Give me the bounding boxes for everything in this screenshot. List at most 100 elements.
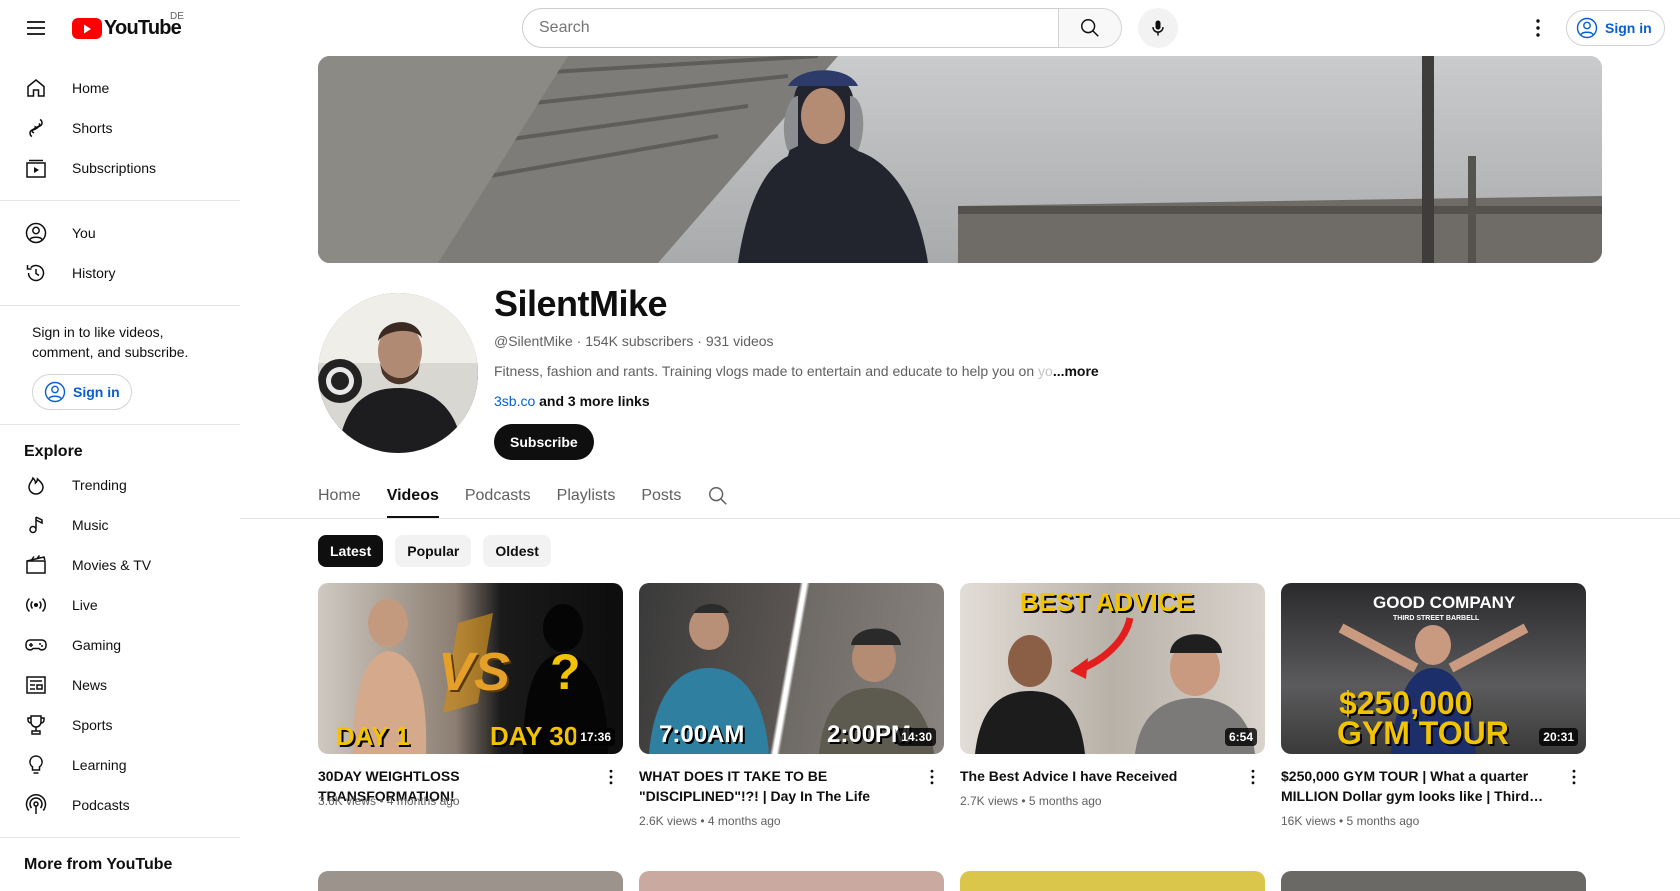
description-text: Fitness, fashion and rants. Training vlo… <box>494 363 1039 379</box>
tab-podcasts[interactable]: Podcasts <box>465 474 531 518</box>
chip-popular[interactable]: Popular <box>395 535 472 567</box>
sidebar-item-label: Home <box>72 80 110 96</box>
thumbnail-text-top: GOOD COMPANY <box>1373 593 1516 612</box>
sidebar-item-music[interactable]: Music <box>12 505 228 545</box>
video-menu-button[interactable] <box>1241 763 1265 791</box>
video-card: GOOD COMPANY THIRD STREET BARBELL $250,0… <box>1281 583 1586 828</box>
video-thumbnail[interactable]: 7:00AM 2:00PM 14:30 <box>639 583 944 754</box>
search-button[interactable] <box>1058 8 1122 48</box>
thumbnail-text-left: DAY 1 <box>336 721 410 751</box>
sidebar-item-history[interactable]: History <box>12 253 228 293</box>
video-thumbnail-partial[interactable] <box>1281 871 1586 891</box>
sidebar-item-news[interactable]: News <box>12 665 228 705</box>
sidebar-item-label: Music <box>72 517 109 533</box>
subscriptions-icon <box>24 156 48 180</box>
more-from-youtube-heading: More from YouTube <box>24 856 173 873</box>
channel-search-button[interactable] <box>707 474 731 518</box>
top-bar: YouTube DE Sign in <box>0 0 1680 56</box>
sidebar-item-home[interactable]: Home <box>12 68 228 108</box>
video-title[interactable]: WHAT DOES IT TAKE TO BE "DISCIPLINED"!?!… <box>639 766 909 806</box>
sports-icon <box>24 713 48 737</box>
sidebar-item-trending[interactable]: Trending <box>12 465 228 505</box>
thumbnail-question-mark: ? <box>550 644 581 700</box>
account-icon <box>44 381 66 403</box>
sidebar-item-learning[interactable]: Learning <box>12 745 228 785</box>
video-thumbnail[interactable]: BEST ADVICE 6:54 <box>960 583 1265 754</box>
video-menu-button[interactable] <box>599 763 623 791</box>
thumbnail-text-top: BEST ADVICE <box>1020 587 1194 617</box>
search-input[interactable] <box>522 8 1059 48</box>
sidebar-divider <box>0 424 240 425</box>
sidebar-sign-in-button[interactable]: Sign in <box>32 374 132 410</box>
video-title[interactable]: $250,000 GYM TOUR | What a quarter MILLI… <box>1281 766 1551 806</box>
sidebar-item-label: History <box>72 265 116 281</box>
video-meta: 2.7K views • 5 months ago <box>960 794 1102 808</box>
sidebar-item-shorts[interactable]: Shorts <box>12 108 228 148</box>
chip-latest[interactable]: Latest <box>318 535 384 567</box>
video-card: 7:00AM 2:00PM 14:30 WHAT DOES IT TAKE TO… <box>639 583 944 828</box>
sidebar-item-label: News <box>72 677 108 693</box>
podcasts-icon <box>24 793 48 817</box>
news-icon <box>24 673 48 697</box>
video-thumbnail-partial[interactable] <box>318 871 623 891</box>
sidebar-item-gaming[interactable]: Gaming <box>12 625 228 665</box>
video-title[interactable]: The Best Advice I have Received <box>960 766 1230 786</box>
video-menu-button[interactable] <box>920 763 944 791</box>
sidebar-item-label: Podcasts <box>72 797 130 813</box>
more-vert-icon <box>1536 19 1540 37</box>
microphone-icon <box>1152 20 1164 36</box>
sidebar-divider <box>0 200 240 201</box>
sign-in-label: Sign in <box>1605 20 1652 36</box>
tab-playlists[interactable]: Playlists <box>557 474 616 518</box>
video-thumbnail-partial[interactable] <box>639 871 944 891</box>
chip-oldest[interactable]: Oldest <box>483 535 551 567</box>
movies-icon <box>24 553 48 577</box>
sidebar-item-podcasts[interactable]: Podcasts <box>12 785 228 825</box>
shorts-icon <box>24 116 48 140</box>
video-thumbnail[interactable]: VS DAY 1 DAY 30 ? 17:36 <box>318 583 623 754</box>
sidebar-signin-prompt: Sign in to like videos, comment, and sub… <box>32 324 189 360</box>
more-vert-icon <box>930 769 934 785</box>
sidebar-divider <box>0 305 240 306</box>
channel-link[interactable]: 3sb.co <box>494 393 535 409</box>
sidebar-item-label: Gaming <box>72 637 122 653</box>
description-more-link[interactable]: ...more <box>1053 363 1099 379</box>
sidebar-item-movies[interactable]: Movies & TV <box>12 545 228 585</box>
settings-more-button[interactable] <box>1518 8 1558 48</box>
youtube-logo[interactable]: YouTube <box>72 17 182 40</box>
sidebar-item-live[interactable]: Live <box>12 585 228 625</box>
search-icon <box>709 487 728 505</box>
video-menu-button[interactable] <box>1562 763 1586 791</box>
channel-banner <box>318 56 1602 263</box>
video-thumbnail-partial[interactable] <box>960 871 1265 891</box>
tab-home[interactable]: Home <box>318 474 361 518</box>
more-links-button[interactable]: and 3 more links <box>535 393 650 409</box>
learning-icon <box>24 753 48 777</box>
sidebar-item-sports[interactable]: Sports <box>12 705 228 745</box>
thumbnail-text-left: 7:00AM <box>659 721 745 748</box>
thumbnail-subtext: THIRD STREET BARBELL <box>1393 615 1480 622</box>
channel-meta: @SilentMike · 154K subscribers · 931 vid… <box>494 333 774 349</box>
video-duration: 17:36 <box>576 728 615 746</box>
voice-search-button[interactable] <box>1138 8 1178 48</box>
sidebar-item-you[interactable]: You <box>12 213 228 253</box>
sign-in-button[interactable]: Sign in <box>1566 10 1665 46</box>
thumbnail-text-big-2: GYM TOUR <box>1337 715 1509 751</box>
sidebar-item-subscriptions[interactable]: Subscriptions <box>12 148 228 188</box>
tab-videos[interactable]: Videos <box>386 474 440 518</box>
tab-posts[interactable]: Posts <box>641 474 681 518</box>
music-icon <box>24 513 48 537</box>
gaming-icon <box>24 633 48 657</box>
sort-chips: Latest Popular Oldest <box>318 535 551 567</box>
sidebar: Home Shorts Subscriptions You History Si… <box>0 56 240 876</box>
sign-in-label: Sign in <box>73 384 120 400</box>
channel-description[interactable]: Fitness, fashion and rants. Training vlo… <box>494 363 1099 379</box>
video-thumbnail[interactable]: GOOD COMPANY THIRD STREET BARBELL $250,0… <box>1281 583 1586 754</box>
menu-icon[interactable] <box>16 8 56 48</box>
subscribe-button[interactable]: Subscribe <box>494 424 594 460</box>
video-duration: 6:54 <box>1224 728 1257 746</box>
video-meta: 3.6K views • 4 months ago <box>318 794 460 808</box>
search-icon <box>1081 19 1099 37</box>
sidebar-item-label: Live <box>72 597 98 613</box>
thumbnail-text-vs: VS <box>438 642 511 702</box>
